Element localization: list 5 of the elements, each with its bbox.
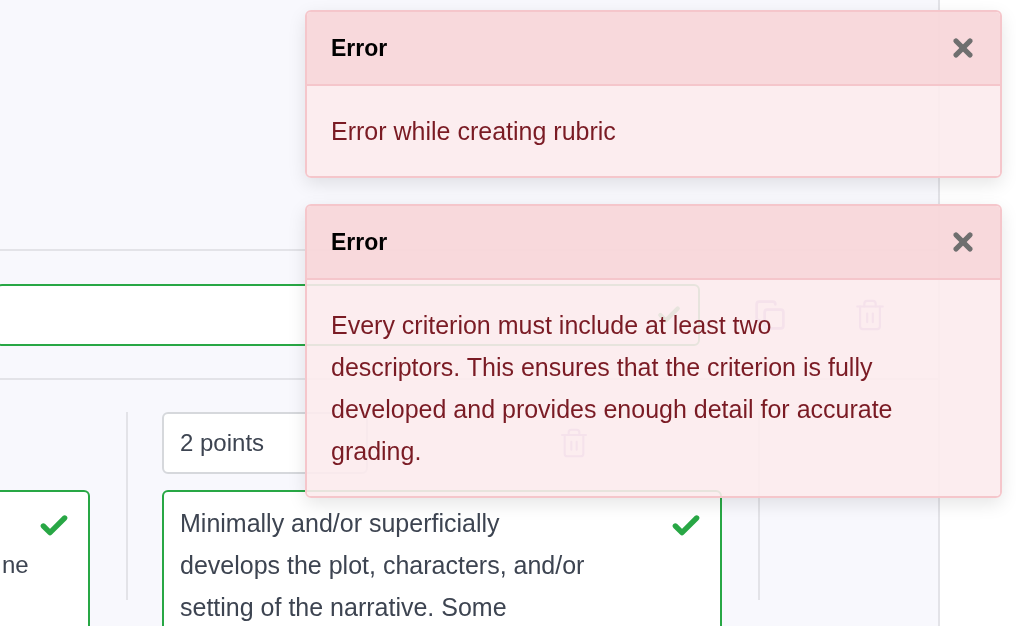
descriptor-text: ne bbox=[2, 550, 29, 580]
toast-message: Error while creating rubric bbox=[331, 116, 616, 147]
toast-title: Error bbox=[331, 33, 388, 63]
toast-title: Error bbox=[331, 227, 388, 257]
descriptor-text: Minimally and/or superficially develops the plot, characters, and/or setting of the narrative. Some bbox=[180, 508, 586, 623]
